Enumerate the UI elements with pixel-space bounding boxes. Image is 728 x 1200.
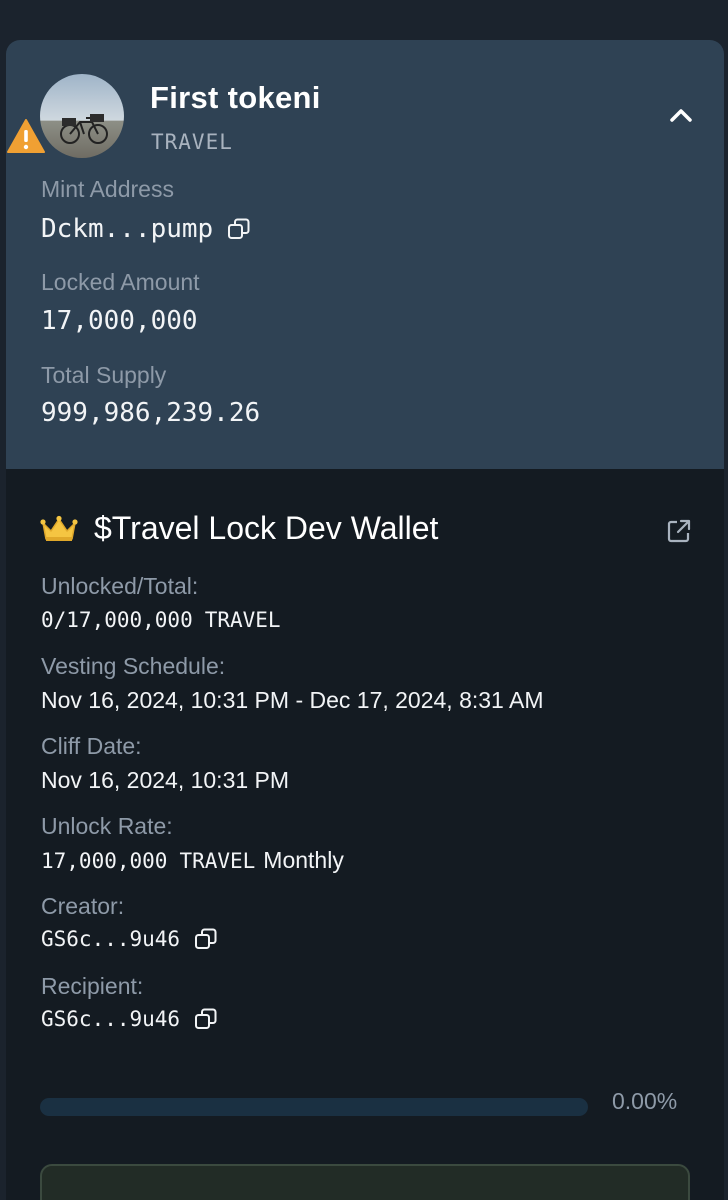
token-avatar: [40, 74, 124, 158]
claim-button[interactable]: [40, 1164, 690, 1200]
locked-amount-value: 17,000,000: [41, 306, 198, 336]
creator-label: Creator:: [41, 893, 125, 919]
crown-icon: [40, 515, 78, 543]
recipient-value: GS6c...9u46: [41, 1007, 181, 1031]
mint-address-value: Dckm...pump: [41, 214, 214, 244]
unlock-rate-amount: 17,000,000: [41, 848, 168, 873]
cliff-date-label: Cliff Date:: [41, 733, 142, 759]
token-symbol: TRAVEL: [151, 130, 233, 154]
vesting-schedule-label: Vesting Schedule:: [41, 653, 226, 679]
locked-amount-label: Locked Amount: [41, 269, 200, 295]
creator-value: GS6c...9u46: [41, 927, 181, 951]
lock-card: First tokeni TRAVEL Mint Address Dckm...…: [6, 40, 724, 1200]
unlocked-amount: 0/17,000,000: [41, 608, 193, 632]
unlocked-total-value: 0/17,000,000 TRAVEL: [41, 608, 281, 632]
token-name: First tokeni: [150, 80, 321, 115]
unlock-rate-value: 17,000,000 TRAVEL Monthly: [41, 847, 344, 874]
total-supply-label: Total Supply: [41, 362, 167, 388]
unlock-progress-bar: [40, 1098, 588, 1116]
unlock-rate-symbol: TRAVEL: [179, 848, 256, 873]
total-supply-value: 999,986,239.26: [41, 398, 261, 428]
vesting-schedule-value: Nov 16, 2024, 10:31 PM - Dec 17, 2024, 8…: [41, 687, 544, 713]
copy-icon[interactable]: [194, 1007, 218, 1031]
warning-icon: [6, 118, 46, 154]
lock-title: $Travel Lock Dev Wallet: [40, 510, 438, 547]
unlock-progress-text: 0.00%: [612, 1088, 678, 1114]
recipient-row: GS6c...9u46: [41, 1007, 218, 1031]
chevron-up-icon[interactable]: [666, 102, 696, 128]
token-header[interactable]: First tokeni TRAVEL Mint Address Dckm...…: [6, 40, 724, 469]
unlocked-total-label: Unlocked/Total:: [41, 573, 199, 599]
copy-icon[interactable]: [227, 217, 251, 241]
recipient-label: Recipient:: [41, 973, 144, 999]
unlock-rate-period: Monthly: [263, 847, 344, 873]
mint-address-label: Mint Address: [41, 176, 174, 202]
unlocked-symbol: TRAVEL: [204, 608, 281, 632]
page: First tokeni TRAVEL Mint Address Dckm...…: [0, 0, 728, 1200]
unlock-rate-label: Unlock Rate:: [41, 813, 173, 839]
creator-row: GS6c...9u46: [41, 927, 218, 951]
lock-title-text: $Travel Lock Dev Wallet: [94, 510, 439, 546]
external-link-icon[interactable]: [666, 518, 692, 544]
mint-address-row: Dckm...pump: [41, 214, 251, 244]
cliff-date-value: Nov 16, 2024, 10:31 PM: [41, 767, 290, 793]
copy-icon[interactable]: [194, 927, 218, 951]
